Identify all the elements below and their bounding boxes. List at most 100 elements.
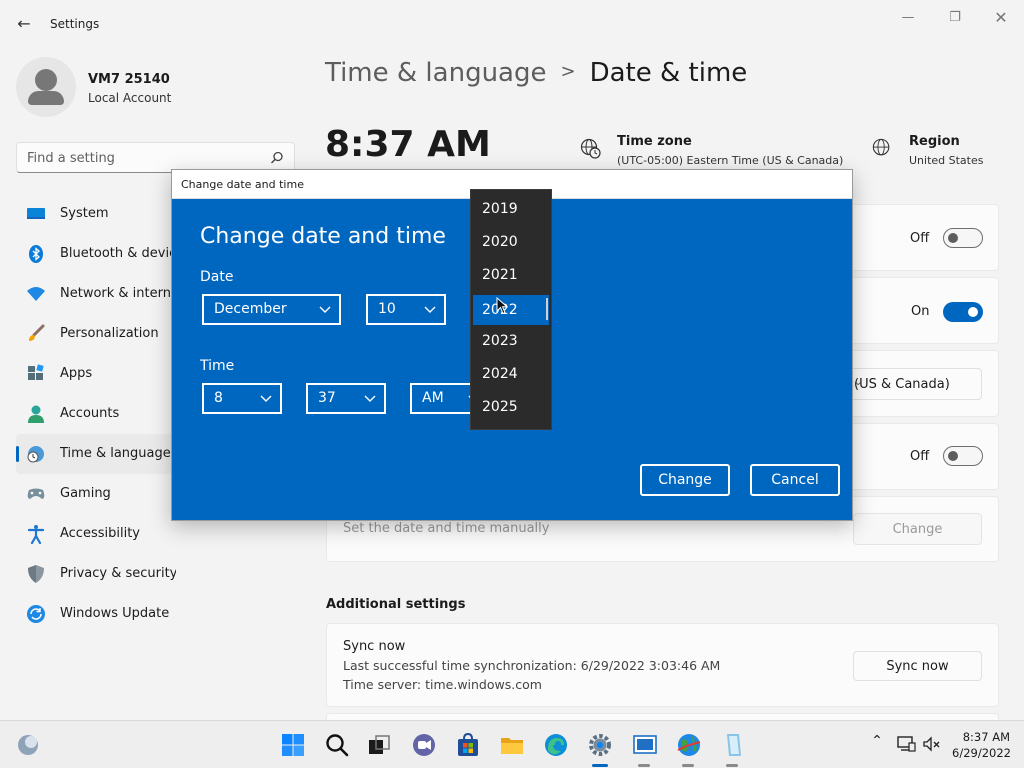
- store-icon[interactable]: [455, 732, 481, 758]
- chevron-down-icon: [424, 306, 436, 313]
- network-globe-icon[interactable]: [676, 732, 702, 758]
- toggle-1[interactable]: [943, 228, 983, 248]
- wifi-icon: [27, 287, 45, 301]
- chevron-down-icon: [260, 395, 272, 402]
- file-explorer-icon[interactable]: [499, 732, 525, 758]
- year-option-2025[interactable]: 2025: [471, 392, 551, 423]
- manual-change-button[interactable]: Change: [853, 513, 982, 545]
- profile-name: VM7 25140: [88, 72, 170, 87]
- sidebar-item-label: Windows Update: [60, 606, 170, 621]
- timezone-value: (UTC-05:00) Eastern Time (US & Canada): [617, 154, 844, 167]
- search-icon[interactable]: [324, 732, 350, 758]
- shield-icon: [28, 565, 44, 583]
- year-option-2022[interactable]: 2022: [473, 295, 549, 325]
- back-arrow-icon[interactable]: ←: [14, 14, 34, 34]
- notepad-icon[interactable]: [720, 732, 746, 758]
- sidebar-item-time-language[interactable]: Time & language: [16, 434, 176, 474]
- timezone-label: Time zone: [617, 134, 692, 149]
- widgets-icon[interactable]: [16, 733, 40, 757]
- sidebar-item-windows-update[interactable]: Windows Update: [16, 594, 176, 634]
- remote-desktop-icon[interactable]: [632, 732, 658, 758]
- sidebar-item-bluetooth[interactable]: Bluetooth & devices: [16, 234, 176, 274]
- date-label: Date: [200, 269, 234, 285]
- toggle-2-state: On: [911, 304, 930, 319]
- monitor-icon: [27, 208, 45, 219]
- sidebar-item-label: Time & language: [60, 446, 171, 461]
- year-option-2024[interactable]: 2024: [471, 359, 551, 390]
- sidebar-item-label: Accessibility: [60, 526, 140, 541]
- title-bar: ← Settings — ❐ ✕: [0, 0, 1024, 48]
- globe-icon: [872, 138, 890, 156]
- start-icon[interactable]: [280, 732, 306, 758]
- settings-icon[interactable]: [587, 732, 613, 758]
- region-value: United States: [909, 154, 984, 167]
- hour-select[interactable]: 8: [202, 383, 282, 414]
- maximize-icon[interactable]: ❐: [940, 8, 970, 28]
- close-icon[interactable]: ✕: [986, 8, 1016, 28]
- minimize-icon[interactable]: —: [893, 8, 923, 28]
- sidebar-item-label: Personalization: [60, 326, 159, 341]
- sidebar-item-system[interactable]: System: [16, 194, 176, 234]
- globe-clock-icon: [27, 446, 44, 463]
- sidebar-item-accounts[interactable]: Accounts: [16, 394, 176, 434]
- sync-now-button[interactable]: Sync now: [853, 651, 982, 681]
- toggle-2[interactable]: [943, 302, 983, 322]
- sidebar-item-privacy[interactable]: Privacy & security: [16, 554, 176, 594]
- display-icon[interactable]: [896, 735, 916, 753]
- day-select[interactable]: 10: [366, 294, 446, 325]
- sidebar-nav: System Bluetooth & devices Network & int…: [16, 194, 176, 634]
- minute-value: 37: [318, 390, 336, 406]
- bluetooth-icon: [29, 245, 43, 263]
- sidebar-item-personalization[interactable]: Personalization: [16, 314, 176, 354]
- sidebar-item-accessibility[interactable]: Accessibility: [16, 514, 176, 554]
- ampm-value: AM: [422, 390, 444, 406]
- additional-settings-heading: Additional settings: [326, 597, 466, 612]
- taskbar: ⌃ 8:37 AM 6/29/2022: [0, 720, 1024, 768]
- search-icon[interactable]: [270, 151, 284, 165]
- year-option-2021[interactable]: 2021: [471, 260, 551, 291]
- chat-icon[interactable]: [411, 732, 437, 758]
- minute-select[interactable]: 37: [306, 383, 386, 414]
- sidebar-item-apps[interactable]: Apps: [16, 354, 176, 394]
- edge-icon[interactable]: [543, 732, 569, 758]
- search-input[interactable]: [27, 149, 257, 167]
- day-value: 10: [378, 301, 396, 317]
- notepad-running-indicator: [726, 764, 738, 767]
- volume-icon[interactable]: [922, 735, 940, 753]
- tray-clock-date[interactable]: 6/29/2022: [952, 746, 1011, 760]
- tray-clock-time[interactable]: 8:37 AM: [952, 730, 1010, 744]
- year-option-label: 2023: [482, 333, 518, 349]
- sync-last-time: Last successful time synchronization: 6/…: [343, 658, 721, 673]
- chevron-up-icon[interactable]: ⌃: [868, 733, 886, 753]
- sidebar-item-gaming[interactable]: Gaming: [16, 474, 176, 514]
- change-button[interactable]: Change: [640, 464, 730, 496]
- timezone-select[interactable]: (US & Canada) ⌄: [838, 368, 982, 400]
- breadcrumb-parent[interactable]: Time & language: [325, 58, 546, 88]
- year-option-label: 2025: [482, 399, 518, 415]
- app-title: Settings: [50, 17, 100, 31]
- breadcrumb: Time & language > Date & time: [325, 58, 747, 88]
- toggle-3[interactable]: [943, 446, 983, 466]
- person-icon: [28, 405, 44, 423]
- toggle-3-state: Off: [910, 449, 930, 464]
- sidebar-item-network[interactable]: Network & internet: [16, 274, 176, 314]
- sidebar-item-label: Bluetooth & devices: [60, 246, 176, 261]
- year-option-2023[interactable]: 2023: [471, 326, 551, 357]
- mouse-cursor-icon: [496, 297, 508, 315]
- cancel-button[interactable]: Cancel: [750, 464, 840, 496]
- dialog-title: Change date and time: [181, 178, 304, 191]
- current-time: 8:37 AM: [325, 124, 491, 165]
- chevron-down-icon: [364, 395, 376, 402]
- sidebar-item-label: Apps: [60, 366, 93, 381]
- year-dropdown-scrollbar[interactable]: [546, 298, 548, 320]
- year-option-2019[interactable]: 2019: [471, 194, 551, 225]
- sidebar-item-label: Network & internet: [60, 286, 176, 301]
- task-view-icon[interactable]: [366, 732, 392, 758]
- year-option-2020[interactable]: 2020: [471, 227, 551, 258]
- month-select[interactable]: December: [202, 294, 341, 325]
- year-option-label: 2019: [482, 201, 518, 217]
- globe-clock-icon: [580, 138, 601, 159]
- sidebar-item-label: Gaming: [60, 486, 111, 501]
- year-option-label: 2020: [482, 234, 518, 250]
- month-value: December: [214, 301, 287, 317]
